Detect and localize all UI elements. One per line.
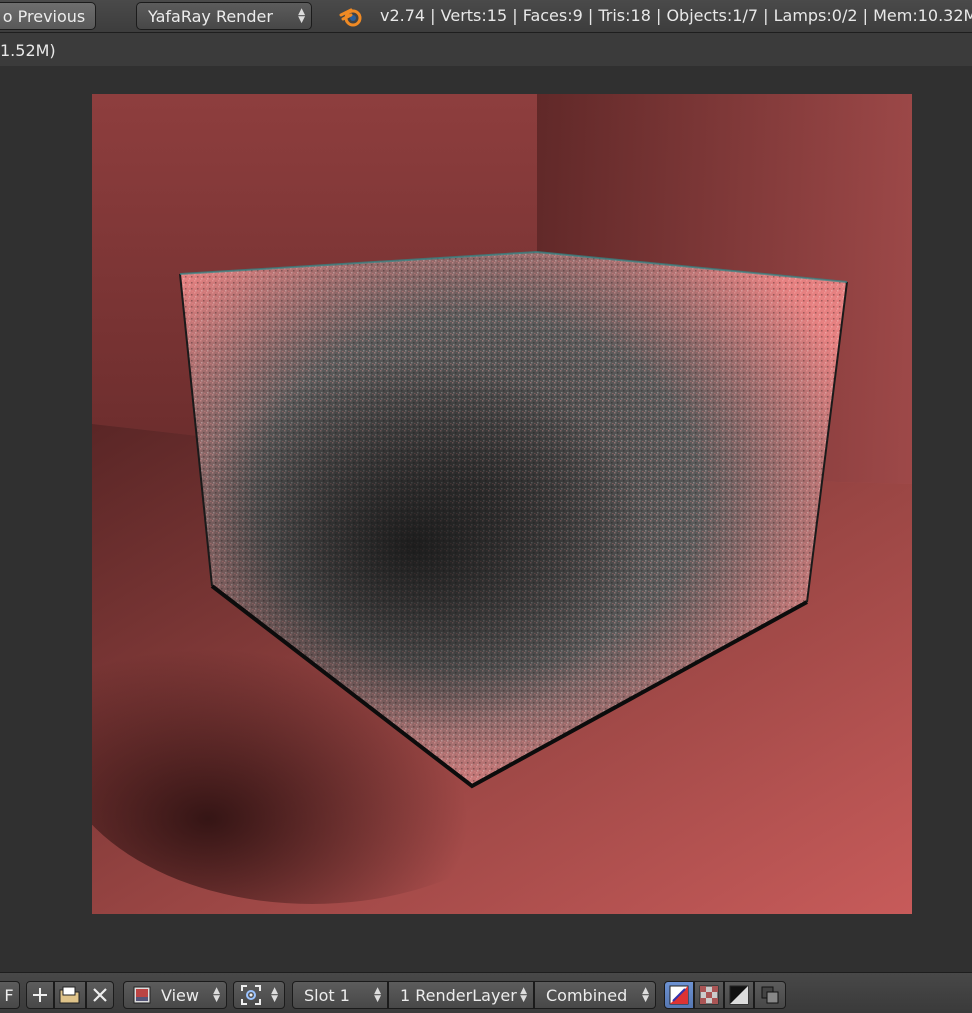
view-menu-button[interactable]: View ▲ ▼ — [123, 981, 227, 1009]
slot-dropdown[interactable]: Slot 1 ▲ ▼ — [292, 981, 388, 1009]
render-pass-label: Combined — [546, 985, 628, 1005]
draw-alpha-button[interactable] — [754, 981, 786, 1009]
render-layer-dropdown[interactable]: 1 RenderLayer ▲ ▼ — [388, 981, 534, 1009]
folder-icon — [59, 986, 80, 1004]
close-icon — [93, 988, 107, 1002]
image-editor-header: F View ▲ ▼ ▲ ▼ Slot 1 ▲ ▼ 1 RenderLayer … — [0, 972, 972, 1013]
open-image-button[interactable] — [54, 981, 86, 1009]
dropdown-arrows-icon: ▲ ▼ — [298, 7, 305, 25]
memory-overflow-text: 1.52M) — [0, 41, 56, 60]
back-button-label: o Previous — [2, 6, 86, 26]
checker-icon — [699, 985, 719, 1005]
image-editor-viewport[interactable] — [0, 66, 972, 972]
pivot-dropdown[interactable]: ▲ ▼ — [233, 981, 285, 1009]
dropdown-arrows-icon: ▲ ▼ — [271, 986, 278, 1004]
unlink-image-button[interactable] — [86, 981, 114, 1009]
draw-z-buffer-button[interactable] — [724, 981, 754, 1009]
info-header: o Previous YafaRay Render ▲ ▼ v2.74 | Ver… — [0, 0, 972, 33]
blender-logo — [339, 8, 362, 27]
dropdown-arrows-icon: ▲ ▼ — [213, 986, 220, 1004]
render-layer-label: 1 RenderLayer — [400, 985, 517, 1005]
dropdown-arrows-icon: ▲ ▼ — [520, 986, 527, 1004]
color-alpha-icon — [669, 985, 689, 1005]
draw-color-alpha-button[interactable] — [664, 981, 694, 1009]
new-image-button[interactable] — [26, 981, 54, 1009]
info-overflow-row: 1.52M) — [0, 33, 972, 66]
render-engine-label: YafaRay Render — [148, 6, 273, 26]
render-pass-dropdown[interactable]: Combined ▲ ▼ — [534, 981, 656, 1009]
z-buffer-icon — [729, 985, 749, 1005]
slot-label: Slot 1 — [304, 985, 350, 1005]
draw-checker-button[interactable] — [694, 981, 724, 1009]
plus-icon — [33, 988, 47, 1002]
fake-user-label: F — [4, 985, 14, 1005]
dropdown-arrows-icon: ▲ ▼ — [374, 986, 381, 1004]
render-result-image — [92, 94, 912, 914]
fake-user-button[interactable]: F — [0, 981, 20, 1009]
dropdown-arrows-icon: ▲ ▼ — [642, 986, 649, 1004]
view-menu-label: View — [161, 985, 199, 1005]
render-engine-dropdown[interactable]: YafaRay Render ▲ ▼ — [136, 2, 312, 30]
image-editor-icon — [133, 986, 151, 1004]
pivot-icon — [241, 985, 261, 1005]
alpha-icon — [761, 986, 779, 1004]
back-to-previous-button[interactable]: o Previous — [0, 2, 96, 30]
scene-statistics: v2.74 | Verts:15 | Faces:9 | Tris:18 | O… — [380, 6, 972, 25]
